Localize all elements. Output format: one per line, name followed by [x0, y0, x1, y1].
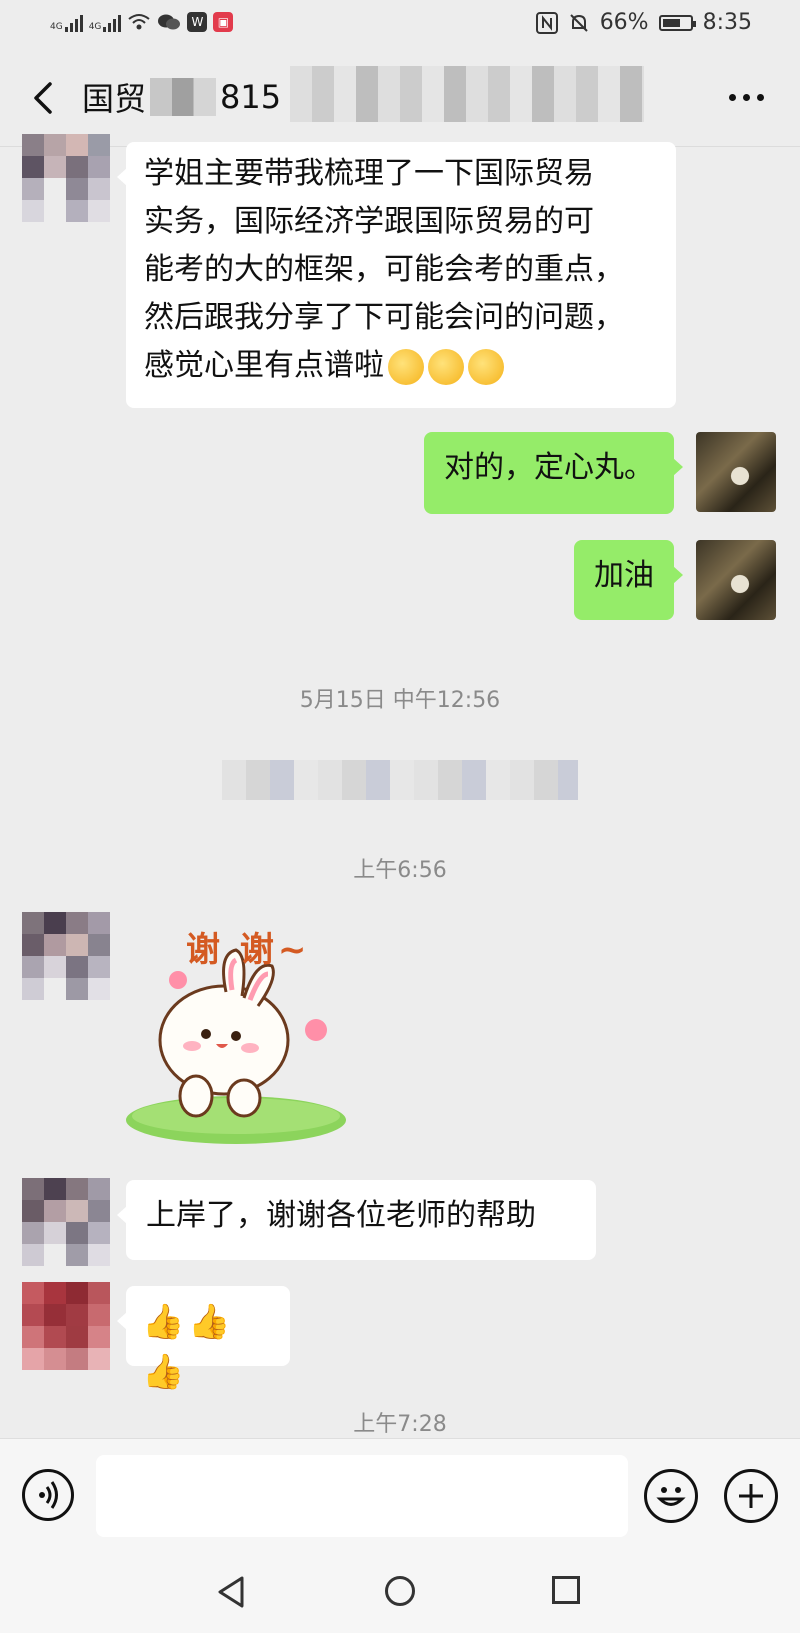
message-line: 感觉心里有点谱啦: [144, 348, 384, 383]
chat-title: 国贸 815: [82, 74, 281, 120]
title-prefix: 国贸: [82, 80, 147, 118]
mute-bell-icon: [569, 13, 588, 32]
clock: 8:35: [702, 10, 752, 35]
nav-home-icon[interactable]: [385, 1576, 415, 1606]
system-message-redacted: [222, 760, 578, 800]
input-bar: [0, 1438, 800, 1555]
message-text: 对的，定心丸。: [444, 450, 654, 485]
message-bubble[interactable]: 👍 👍👍: [117, 1286, 290, 1392]
battery-percent: 66%: [599, 10, 649, 35]
signal-icon: 4G: [50, 12, 83, 32]
self-avatar[interactable]: [696, 540, 776, 620]
nav-recent-icon[interactable]: [552, 1576, 580, 1604]
more-icon[interactable]: [729, 94, 764, 101]
system-navigation-bar: [0, 1554, 800, 1633]
thumbs-up-icon: 👍: [188, 1302, 231, 1342]
timestamp: 上午7:28: [353, 1412, 447, 1437]
app-store-icon: ▣: [213, 12, 234, 32]
chat-header: 国贸 815: [0, 50, 800, 147]
shush-emoji-icon: [468, 348, 504, 385]
status-bar: 4G 4G W ▣ 66% 8:35: [0, 0, 800, 50]
wifi-icon: [128, 14, 151, 30]
timestamp: 5月15日 中午12:56: [299, 688, 501, 713]
back-icon[interactable]: [24, 78, 64, 118]
self-avatar[interactable]: [696, 432, 776, 512]
sticker-rabbit-thanks[interactable]: 谢 谢~: [126, 920, 358, 1150]
contact-avatar[interactable]: [22, 1178, 110, 1266]
message-text: 上岸了，谢谢各位老师的帮助: [146, 1198, 536, 1233]
message-line: 然后跟我分享了下可能会问的问题，: [144, 300, 624, 335]
voice-icon[interactable]: [22, 1469, 74, 1521]
signal-icon-2: 4G: [89, 12, 122, 32]
nfc-icon: [535, 11, 558, 34]
thumbs-up-icon: 👍: [142, 1302, 185, 1342]
message-bubble[interactable]: 学姐主要带我梳理了一下国际贸易 实务，国际经济学跟国际贸易的可 能考的大的框架，…: [117, 142, 676, 408]
message-bubble-self[interactable]: 加油: [574, 540, 683, 620]
network-type-2: 4G: [88, 22, 102, 32]
message-line: 学姐主要带我梳理了一下国际贸易: [144, 156, 594, 191]
message-text: 加油: [594, 558, 654, 593]
title-suffix: 815: [220, 78, 282, 116]
contact-avatar[interactable]: [22, 912, 110, 1000]
timestamp: 上午6:56: [353, 858, 447, 883]
contact-avatar[interactable]: [22, 1282, 110, 1370]
contact-avatar[interactable]: [22, 134, 110, 222]
shush-emoji-icon: [388, 348, 424, 385]
message-line-last: 感觉心里有点谱啦: [144, 342, 658, 390]
battery-fill: [662, 18, 680, 27]
message-input[interactable]: [96, 1455, 628, 1537]
message-line: 实务，国际经济学跟国际贸易的可: [144, 204, 594, 239]
wechat-icon: [158, 14, 181, 30]
wps-icon: W: [187, 12, 208, 32]
title-redaction: [150, 78, 217, 116]
message-line: 能考的大的框架，可能会考的重点，: [144, 252, 624, 287]
thumbs-up-icon: 👍: [142, 1352, 185, 1392]
plus-icon[interactable]: [724, 1469, 778, 1523]
battery-icon: [658, 14, 696, 31]
emoji-icon[interactable]: [644, 1469, 698, 1523]
shush-emoji-icon: [428, 348, 464, 385]
nav-back-icon[interactable]: [214, 1574, 248, 1610]
message-bubble[interactable]: 上岸了，谢谢各位老师的帮助: [117, 1180, 596, 1260]
title-redaction-blur: [290, 66, 644, 122]
status-icons-right: 66% 8:35: [535, 10, 752, 35]
network-type-1: 4G: [50, 22, 63, 32]
status-icons-left: 4G 4G W ▣: [50, 12, 234, 32]
message-bubble-self[interactable]: 对的，定心丸。: [424, 432, 683, 514]
sticker-caption: 谢 谢~: [186, 930, 311, 970]
